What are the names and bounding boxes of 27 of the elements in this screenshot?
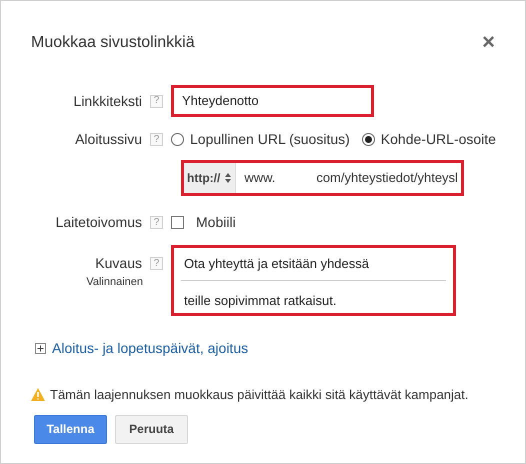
url-field[interactable]: http:// www. com/yhteystiedot/yhteysl bbox=[181, 160, 464, 196]
close-button[interactable]: × bbox=[482, 31, 495, 53]
radio-option[interactable]: Lopullinen URL (suositus) bbox=[171, 129, 350, 150]
link-text-field[interactable]: Yhteydenotto bbox=[171, 85, 374, 117]
url-start: www. bbox=[243, 169, 276, 188]
warning-text: Tämän laajennuksen muokkaus päivittää kaikki sitä käyttävät kampanjat. bbox=[50, 386, 468, 404]
sort-arrows-icon bbox=[224, 172, 232, 184]
radio-button[interactable] bbox=[362, 133, 375, 146]
dialog-title: Muokkaa sivustolinkkiä bbox=[31, 33, 195, 53]
checkbox[interactable] bbox=[171, 216, 184, 229]
warning-icon bbox=[31, 388, 45, 402]
radio-button[interactable] bbox=[171, 133, 184, 146]
checkbox-option[interactable]: Mobiili bbox=[171, 212, 236, 233]
optional-label: Valinnainen bbox=[86, 275, 143, 290]
radio-option[interactable]: Kohde-URL-osoite bbox=[362, 129, 496, 150]
field-label: Linkkiteksti bbox=[74, 92, 142, 110]
field-label: Laitetoivomus bbox=[56, 213, 142, 232]
expand-icon[interactable] bbox=[35, 343, 46, 354]
description-line[interactable]: teille sopivimmat ratkaisut. bbox=[174, 281, 453, 313]
protocol-select[interactable]: http:// bbox=[184, 163, 236, 193]
field-label: Kuvaus bbox=[95, 254, 142, 273]
schedule-link[interactable]: Aloitus- ja lopetuspäivät, ajoitus bbox=[52, 338, 248, 359]
cancel-button[interactable]: Peruuta bbox=[115, 414, 188, 444]
url-end: com/yhteystiedot/yhteysl bbox=[316, 169, 458, 188]
description-field[interactable]: Ota yhteyttä ja etsitään yhdessä teille sopivimmat ratkaisut. bbox=[171, 245, 456, 316]
field-label: Aloitussivu bbox=[75, 130, 142, 149]
description-line[interactable]: Ota yhteyttä ja etsitään yhdessä bbox=[174, 248, 453, 280]
